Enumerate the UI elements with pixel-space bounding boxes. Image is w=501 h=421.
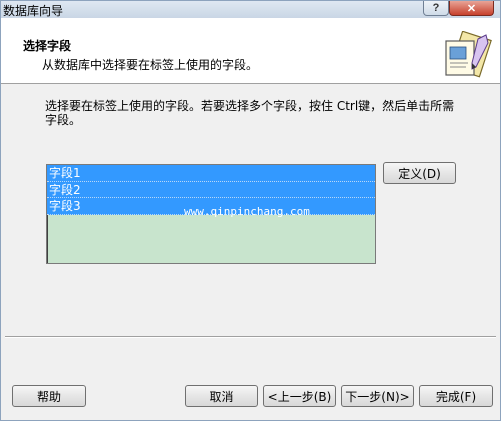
question-icon: ? (432, 2, 440, 14)
next-step-button[interactable]: 下一步(N)> (341, 385, 414, 407)
title-close-button[interactable]: ✕ (449, 1, 494, 16)
watermark-text: www.qinpinchang.com (184, 205, 310, 218)
instruction-text: 选择要在标签上使用的字段。若要选择多个字段，按住 Ctrl键，然后单击所需字段。 (45, 99, 455, 127)
help-button[interactable]: 帮助 (12, 385, 86, 407)
previous-step-button[interactable]: <上一步(B) (263, 385, 336, 407)
field-list-item[interactable]: 字段1 (47, 165, 375, 182)
close-icon: ✕ (466, 2, 477, 15)
title-bar[interactable]: 数据库向导 ? ✕ (1, 1, 500, 18)
define-button[interactable]: 定义(D) (383, 162, 456, 184)
footer-divider (5, 336, 496, 338)
wizard-header: 选择字段 从数据库中选择要在标签上使用的字段。 (1, 18, 500, 84)
database-wizard-dialog: 数据库向导 ? ✕ 选择字段 从数据库中选择要在标签上使用的字段。 选择要在标签… (0, 0, 501, 421)
field-list-item[interactable]: 字段2 (47, 181, 375, 198)
page-subtitle: 从数据库中选择要在标签上使用的字段。 (42, 58, 259, 72)
finish-button[interactable]: 完成(F) (419, 385, 493, 407)
cancel-button[interactable]: 取消 (185, 385, 258, 407)
window-title: 数据库向导 (3, 4, 64, 18)
title-help-button[interactable]: ? (423, 1, 449, 16)
wizard-icon (445, 31, 492, 78)
page-title: 选择字段 (23, 39, 72, 53)
